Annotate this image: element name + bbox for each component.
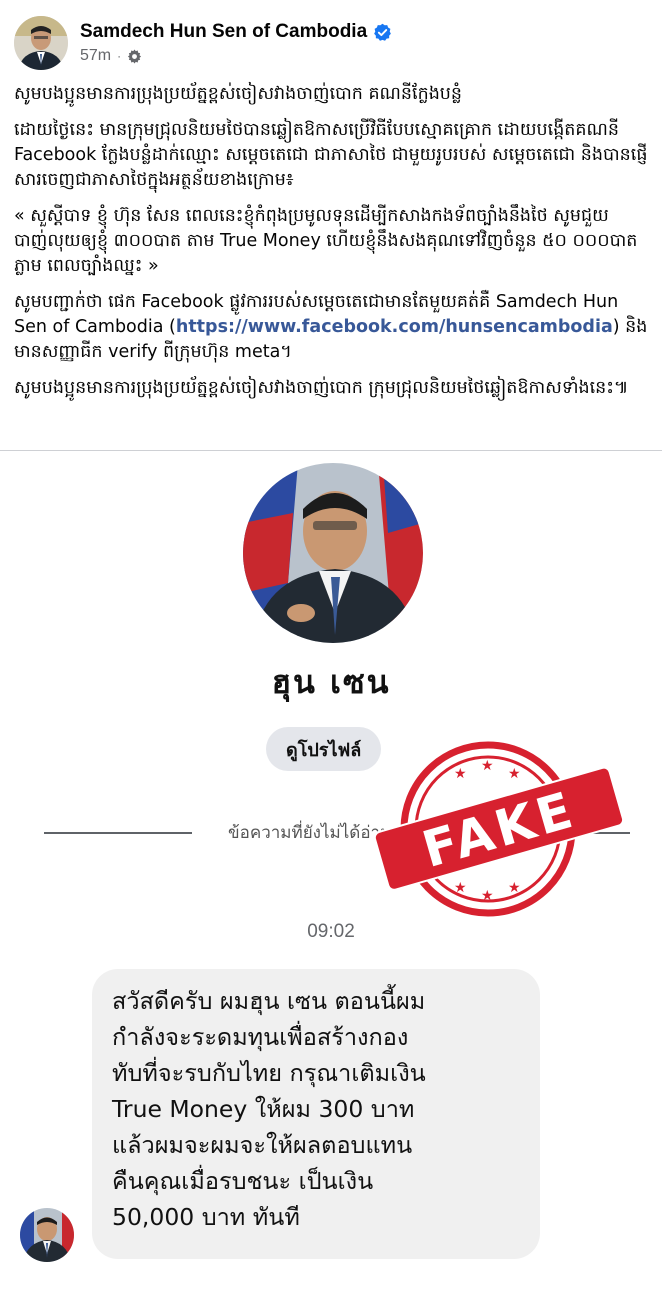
verified-badge-icon <box>374 23 392 41</box>
page-name-link[interactable]: Samdech Hun Sen of Cambodia <box>80 21 367 43</box>
fake-profile-name: ฮุน เซน <box>271 663 391 701</box>
post-paragraph: សូមបងប្អូនមានការប្រុងប្រយ័ត្នខ្ពស់ចៀសវាង… <box>14 378 629 398</box>
svg-text:★: ★ <box>508 880 521 896</box>
message-timestamp: 09:02 <box>307 921 355 942</box>
fake-stamp: ★ ★ ★ ★ ★ ★ FAKE <box>373 741 625 917</box>
post-paragraph: ដោយថ្ងៃនេះ មានក្រុមជ្រុលនិយមថៃបានឆ្លៀតឱក… <box>14 120 648 190</box>
message-line: True Money ให้ผม 300 บาท <box>112 1095 415 1123</box>
fake-profile-photo <box>243 463 423 643</box>
post-paragraph: សូមបញ្ជាក់ថា ផេក Facebook ផ្លូវការរបស់សម… <box>14 290 650 365</box>
post-text: សូមបងប្អូនមានការប្រុងប្រយ័ត្នខ្ពស់ចៀសវាង… <box>14 82 650 412</box>
message-line: คืนคุณเมื่อรบชนะ เป็นเงิน <box>112 1167 374 1195</box>
message-line: สวัสดีครับ ผมฮุน เซน ตอนนี้ผม <box>112 987 426 1015</box>
svg-text:★: ★ <box>454 766 467 782</box>
post-paragraph: « សួស្តីបាទ ខ្ញុំ ហ៊ុន សែន ពេលនេះខ្ញុំកំ… <box>14 206 638 276</box>
fake-stamp-text: FAKE <box>416 780 582 879</box>
unread-divider-left <box>44 832 192 834</box>
message-line: ทับที่จะรบกับไทย กรุณาเติมเงิน <box>112 1059 426 1087</box>
page-avatar[interactable] <box>14 16 68 70</box>
official-page-link[interactable]: https://www.facebook.com/hunsencambodia <box>176 317 613 337</box>
svg-text:★: ★ <box>454 880 467 896</box>
svg-text:★: ★ <box>481 758 494 774</box>
sender-avatar[interactable] <box>20 1208 74 1262</box>
svg-text:★: ★ <box>508 766 521 782</box>
post-header: Samdech Hun Sen of Cambodia 57m · <box>14 14 392 72</box>
message-line: 50,000 บาท ทันที <box>112 1203 300 1231</box>
message-bubble[interactable]: สวัสดีครับ ผมฮุน เซน ตอนนี้ผม กำลังจะระด… <box>92 969 540 1259</box>
view-profile-button[interactable]: ดูโปรไฟล์ <box>266 727 382 771</box>
gear-icon[interactable] <box>127 48 142 64</box>
post-timestamp[interactable]: 57m <box>80 47 111 65</box>
message-line: แล้วผมจะผมจะให้ผลตอบแทน <box>112 1131 413 1159</box>
post-paragraph: សូមបងប្អូនមានការប្រុងប្រយ័ត្នខ្ពស់ចៀសវាង… <box>14 84 463 104</box>
meta-separator: · <box>117 49 122 63</box>
attached-screenshot[interactable]: ฮุน เซน ดูโปรไฟล์ ข้อความที่ยังไม่ได้อ่า… <box>0 451 662 1300</box>
svg-text:★: ★ <box>481 888 494 904</box>
message-line: กำลังจะระดมทุนเพื่อสร้างกอง <box>112 1023 409 1051</box>
